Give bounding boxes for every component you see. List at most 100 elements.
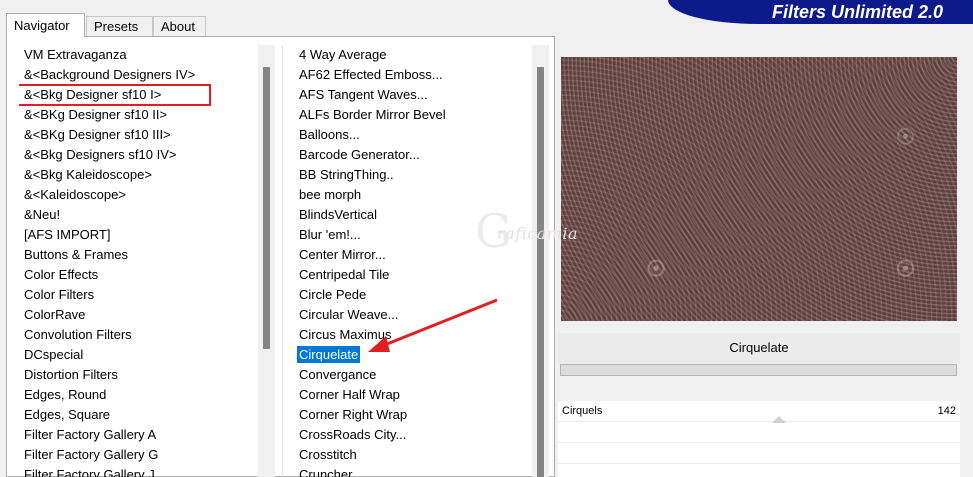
category-item-label: &<BKg Designer sf10 III>	[24, 127, 171, 142]
category-item-label: Filter Factory Gallery G	[24, 447, 159, 462]
category-item-label: ColorRave	[24, 307, 86, 322]
category-item-label: VM Extravaganza	[24, 47, 127, 62]
category-item-label: &Neu!	[24, 207, 61, 222]
category-item[interactable]: &<Bkg Designers sf10 IV>	[19, 145, 257, 165]
selected-filter-name: Cirquelate	[558, 333, 960, 363]
category-item-label: &<Bkg Designers sf10 IV>	[24, 147, 177, 162]
category-item-label: Distortion Filters	[24, 367, 118, 382]
filter-item[interactable]: Centripedal Tile	[294, 265, 524, 285]
category-item[interactable]: &<Bkg Kaleidoscope>	[19, 165, 257, 185]
watermark-text: raficamia	[497, 224, 579, 243]
filter-preview-image	[561, 57, 957, 321]
filter-item-label: Corner Right Wrap	[299, 407, 408, 422]
filter-item-label: Corner Half Wrap	[299, 387, 400, 402]
category-item[interactable]: Color Effects	[19, 265, 257, 285]
filter-item[interactable]: AFS Tangent Waves...	[294, 85, 524, 105]
filter-item[interactable]: Crosstitch	[294, 445, 524, 465]
filter-item-label: Barcode Generator...	[299, 147, 420, 162]
filter-item[interactable]: Corner Right Wrap	[294, 405, 524, 425]
parameter-value: 142	[937, 405, 956, 417]
filter-item-label: Balloons...	[299, 127, 360, 142]
category-item[interactable]: Distortion Filters	[19, 365, 257, 385]
filter-item-label: Crosstitch	[299, 447, 357, 462]
filter-item-label: 4 Way Average	[299, 47, 387, 62]
category-item-label: [AFS IMPORT]	[24, 227, 111, 242]
filter-item-label: Center Mirror...	[299, 247, 386, 262]
category-scroll-thumb[interactable]	[263, 67, 270, 349]
category-item[interactable]: Edges, Round	[19, 385, 257, 405]
category-item-label: &<Kaleidoscope>	[24, 187, 126, 202]
category-item[interactable]: Edges, Square	[19, 405, 257, 425]
filter-item[interactable]: Corner Half Wrap	[294, 385, 524, 405]
filter-item-label: CrossRoads City...	[299, 427, 407, 442]
category-item-label: Filter Factory Gallery A	[24, 427, 157, 442]
filter-item-label: ALFs Border Mirror Bevel	[299, 107, 446, 122]
category-item-highlighted[interactable]: &<Bkg Designer sf10 I>	[19, 84, 211, 106]
filter-item[interactable]: ALFs Border Mirror Bevel	[294, 105, 524, 125]
category-item-label: Convolution Filters	[24, 327, 132, 342]
parameter-row-empty	[558, 422, 960, 443]
category-item[interactable]: &<BKg Designer sf10 II>	[19, 105, 257, 125]
category-item-label: &<BKg Designer sf10 II>	[24, 107, 168, 122]
filter-item[interactable]: Barcode Generator...	[294, 145, 524, 165]
category-item[interactable]: ColorRave	[19, 305, 257, 325]
watermark: G raficamia	[475, 204, 595, 268]
filter-item-label: BlindsVertical	[299, 207, 378, 222]
category-item[interactable]: Buttons & Frames	[19, 245, 257, 265]
filter-item-label: Centripedal Tile	[299, 267, 390, 282]
app-banner-title: Filters Unlimited 2.0	[771, 2, 943, 22]
filter-item-label: AFS Tangent Waves...	[299, 87, 428, 102]
parameter-row-empty	[558, 443, 960, 464]
filter-info-bar	[560, 364, 957, 376]
tab-navigator[interactable]: Navigator	[6, 13, 85, 37]
filter-item-label: Blur 'em!...	[299, 227, 361, 242]
category-item-label: &<Background Designers IV>	[24, 67, 196, 82]
category-item[interactable]: Convolution Filters	[19, 325, 257, 345]
filter-item[interactable]: 4 Way Average	[294, 45, 524, 65]
category-scrollbar[interactable]	[258, 45, 275, 477]
filter-item[interactable]: Convergance	[294, 365, 524, 385]
category-item[interactable]: Filter Factory Gallery J	[19, 465, 257, 477]
category-item[interactable]: &<BKg Designer sf10 III>	[19, 125, 257, 145]
category-item-label: Edges, Round	[24, 387, 107, 402]
parameter-panel: Cirquels 142	[558, 401, 960, 477]
category-item[interactable]: Filter Factory Gallery A	[19, 425, 257, 445]
category-item-label: Buttons & Frames	[24, 247, 129, 262]
category-list[interactable]: VM Extravaganza &<Background Designers IV…	[19, 45, 257, 477]
filter-item-label: Circle Pede	[299, 287, 367, 302]
tab-presets[interactable]: Presets	[86, 16, 153, 36]
filter-item[interactable]: BB StringThing..	[294, 165, 524, 185]
filter-scroll-thumb[interactable]	[537, 67, 544, 477]
filter-item-label: Cruncher	[299, 467, 353, 477]
filter-item-label: Cirquelate	[297, 346, 361, 363]
category-item[interactable]: DCspecial	[19, 345, 257, 365]
parameter-row[interactable]: Cirquels 142	[558, 401, 960, 423]
red-arrow-icon	[368, 298, 498, 352]
parameter-label: Cirquels	[562, 405, 603, 417]
filter-item-label: BB StringThing..	[299, 167, 394, 182]
category-item-label: DCspecial	[24, 347, 84, 362]
category-item[interactable]: &Neu!	[19, 205, 257, 225]
filter-item[interactable]: CrossRoads City...	[294, 425, 524, 445]
filter-item-label: bee morph	[299, 187, 362, 202]
category-item[interactable]: &<Background Designers IV>	[19, 65, 257, 85]
category-item-label: &<Bkg Designer sf10 I>	[24, 87, 162, 102]
filter-item[interactable]: Balloons...	[294, 125, 524, 145]
filter-item-label: AF62 Effected Emboss...	[299, 67, 443, 82]
filter-item[interactable]: bee morph	[294, 185, 524, 205]
filter-item[interactable]: AF62 Effected Emboss...	[294, 65, 524, 85]
category-item[interactable]: Filter Factory Gallery G	[19, 445, 257, 465]
category-item-label: Edges, Square	[24, 407, 111, 422]
app-banner: Filters Unlimited 2.0	[668, 0, 973, 24]
category-item[interactable]: [AFS IMPORT]	[19, 225, 257, 245]
filter-item-label: Convergance	[299, 367, 377, 382]
category-item[interactable]: VM Extravaganza	[19, 45, 257, 65]
list-divider	[282, 45, 283, 477]
category-item[interactable]: &<Kaleidoscope>	[19, 185, 257, 205]
category-item[interactable]: Color Filters	[19, 285, 257, 305]
filter-item[interactable]: Cruncher	[294, 465, 524, 477]
category-item-label: Color Effects	[24, 267, 99, 282]
tab-about[interactable]: About	[153, 16, 206, 36]
category-item-label: Filter Factory Gallery J	[24, 467, 155, 477]
category-item-label: &<Bkg Kaleidoscope>	[24, 167, 152, 182]
